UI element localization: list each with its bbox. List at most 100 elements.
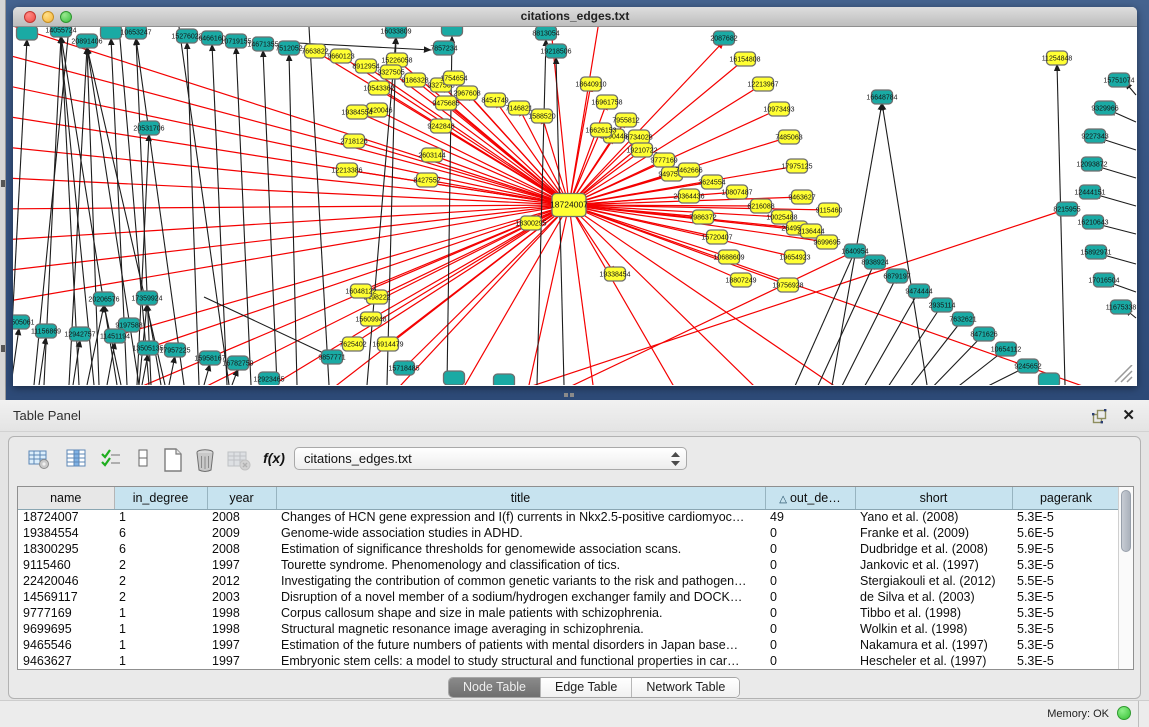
graph-node[interactable]: 8427552 — [413, 173, 440, 187]
graph-node[interactable]: 16648784 — [866, 90, 897, 104]
function-builder-button[interactable]: f(x) — [259, 445, 289, 473]
table-cell[interactable]: 0 — [765, 637, 855, 653]
table-cell[interactable]: 6 — [114, 525, 207, 541]
table-cell[interactable]: 0 — [765, 605, 855, 621]
graph-node[interactable]: 12093872 — [1076, 157, 1107, 171]
graph-node[interactable]: 16154808 — [729, 52, 760, 66]
table-cell[interactable]: Stergiakouli et al. (2012) — [855, 573, 1012, 589]
table-cell[interactable]: 0 — [765, 525, 855, 541]
graph-node[interactable]: 8813054 — [532, 27, 559, 40]
table-cell[interactable]: 2012 — [207, 573, 276, 589]
graph-edge[interactable] — [169, 356, 175, 385]
table-cell[interactable]: 5.3E-5 — [1012, 509, 1120, 525]
graph-edge[interactable] — [309, 27, 329, 385]
graph-node[interactable]: 1640954 — [841, 244, 868, 258]
graph-node[interactable]: 2087682 — [710, 31, 737, 45]
table-row[interactable]: 1830029562008Estimation of significance … — [18, 541, 1120, 557]
table-cell[interactable]: 1 — [114, 621, 207, 637]
table-cell[interactable]: 1 — [114, 509, 207, 525]
graph-node[interactable]: 19756928 — [772, 278, 803, 292]
graph-edge[interactable] — [179, 27, 229, 385]
table-cell[interactable]: Yano et al. (2008) — [855, 509, 1012, 525]
table-row[interactable]: 2242004622012Investigating the contribut… — [18, 573, 1120, 589]
node-table-grid[interactable]: namein_degreeyeartitle△out_de…shortpager… — [18, 487, 1121, 669]
show-columns-button[interactable] — [63, 445, 91, 473]
graph-edge[interactable] — [795, 251, 855, 385]
table-cell[interactable]: 9777169 — [18, 605, 114, 621]
graph-edge[interactable] — [569, 205, 699, 385]
table-cell[interactable]: 5.3E-5 — [1012, 637, 1120, 653]
graph-node[interactable]: 12942757 — [64, 327, 95, 341]
table-cell[interactable]: 5.6E-5 — [1012, 525, 1120, 541]
graph-node[interactable]: 9699695 — [813, 235, 840, 249]
graph-node[interactable]: 2603144 — [418, 148, 445, 162]
table-cell[interactable]: Franke et al. (2009) — [855, 525, 1012, 541]
table-cell[interactable]: 18724007 — [18, 509, 114, 525]
graph-edge[interactable] — [399, 209, 1067, 385]
table-cell[interactable]: 1997 — [207, 637, 276, 653]
memory-status-indicator[interactable] — [1117, 706, 1131, 720]
table-cell[interactable]: 1997 — [207, 653, 276, 669]
table-cell[interactable]: 5.3E-5 — [1012, 621, 1120, 637]
graph-node[interactable]: 7857234 — [430, 41, 457, 55]
table-cell[interactable]: Structural magnetic resonance image aver… — [276, 621, 765, 637]
table-cell[interactable]: 2 — [114, 557, 207, 573]
table-cell[interactable]: 0 — [765, 557, 855, 573]
table-cell[interactable]: 0 — [765, 573, 855, 589]
table-row[interactable]: 1456911722003Disruption of a novel membe… — [18, 589, 1120, 605]
table-cell[interactable]: Disruption of a novel member of a sodium… — [276, 589, 765, 605]
graph-node[interactable]: 6879197 — [883, 269, 910, 283]
graph-node[interactable]: 12213386 — [331, 163, 362, 177]
table-cell[interactable]: Tourette syndrome. Phenomenology and cla… — [276, 557, 765, 573]
table-cell[interactable]: Wolkin et al. (1998) — [855, 621, 1012, 637]
table-cell[interactable]: de Silva et al. (2003) — [855, 589, 1012, 605]
graph-node[interactable]: 16033809 — [380, 27, 411, 38]
graph-node[interactable]: 1588520 — [528, 109, 555, 123]
table-cell[interactable]: 0 — [765, 589, 855, 605]
network-view-window[interactable]: citations_edges.txt 14055724208914061065… — [13, 7, 1137, 386]
table-row[interactable]: 969969511998Structural magnetic resonanc… — [18, 621, 1120, 637]
table-cell[interactable]: Changes of HCN gene expression and I(f) … — [276, 509, 765, 525]
close-panel-icon[interactable]: ✕ — [1122, 406, 1135, 424]
table-cell[interactable]: 1 — [114, 605, 207, 621]
column-header-short[interactable]: short — [855, 487, 1012, 509]
table-cell[interactable]: Jankovic et al. (1997) — [855, 557, 1012, 573]
graph-node[interactable]: 15751074 — [1103, 73, 1134, 87]
graph-node[interactable]: 6734028 — [625, 130, 652, 144]
network-window-titlebar[interactable]: citations_edges.txt — [13, 7, 1137, 27]
table-cell[interactable]: 0 — [765, 653, 855, 669]
graph-edge[interactable] — [13, 328, 19, 385]
table-cell[interactable]: 0 — [765, 541, 855, 557]
graph-node[interactable]: 19654923 — [779, 250, 810, 264]
column-header-title[interactable]: title — [276, 487, 765, 509]
graph-node[interactable]: 9777169 — [650, 153, 677, 167]
graph-node[interactable]: 7462666 — [675, 163, 702, 177]
table-scrollbar-thumb[interactable] — [1121, 490, 1131, 552]
graph-node[interactable]: 17359924 — [131, 291, 162, 305]
table-cell[interactable]: 22420046 — [18, 573, 114, 589]
graph-node[interactable]: 9115460 — [816, 203, 843, 217]
table-cell[interactable]: 5.3E-5 — [1012, 557, 1120, 573]
graph-node[interactable]: 12213967 — [747, 77, 778, 91]
graph-edge[interactable] — [569, 27, 609, 205]
graph-node[interactable]: 17975125 — [781, 159, 812, 173]
graph-edge[interactable] — [212, 44, 227, 385]
graph-node[interactable]: 20531706 — [133, 121, 164, 135]
graph-edge[interactable] — [13, 205, 569, 290]
graph-node[interactable]: 14055724 — [45, 27, 76, 37]
table-cell[interactable]: Hescheler et al. (1997) — [855, 653, 1012, 669]
table-cell[interactable]: 1998 — [207, 605, 276, 621]
node-table[interactable]: namein_degreeyeartitle△out_de…shortpager… — [17, 486, 1134, 670]
graph-node[interactable]: 7632621 — [949, 312, 976, 326]
graph-node[interactable]: 20206576 — [88, 292, 119, 306]
tab-node-table[interactable]: Node Table — [449, 678, 541, 697]
table-cell[interactable]: 9699695 — [18, 621, 114, 637]
graph-node[interactable]: 9463627 — [788, 190, 815, 204]
column-header-year[interactable]: year — [207, 487, 276, 509]
graph-node[interactable] — [101, 27, 122, 39]
graph-node[interactable] — [17, 27, 38, 40]
graph-node[interactable]: 9245652 — [1014, 359, 1041, 373]
create-column-button[interactable] — [159, 445, 187, 473]
minimize-window-button[interactable] — [42, 11, 54, 23]
west-panel-divider[interactable] — [0, 0, 6, 400]
